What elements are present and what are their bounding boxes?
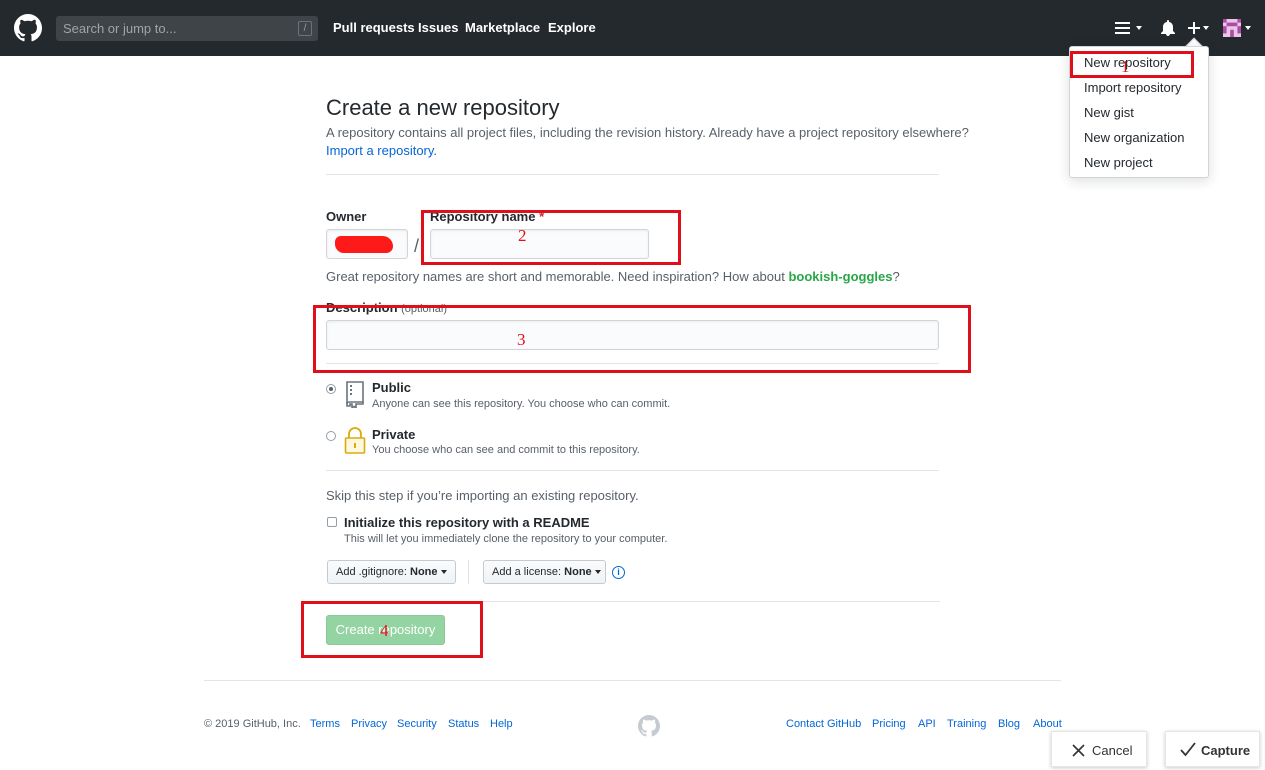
skip-step-text: Skip this step if you’re importing an ex… <box>326 488 639 503</box>
footer-divider <box>204 680 1061 681</box>
footer-copyright: © 2019 GitHub, Inc. <box>204 718 301 730</box>
license-value: None <box>564 566 592 578</box>
bell-icon[interactable] <box>1161 20 1175 36</box>
public-description: Anyone can see this repository. You choo… <box>372 398 671 410</box>
license-select[interactable]: Add a license: None <box>483 560 606 584</box>
footer-link-training[interactable]: Training <box>947 718 986 730</box>
github-logo-icon[interactable] <box>14 14 42 42</box>
close-icon <box>1072 744 1085 757</box>
annotation-box-2 <box>421 210 681 265</box>
footer-link-blog[interactable]: Blog <box>998 718 1020 730</box>
cancel-capture-button[interactable]: Cancel <box>1051 731 1147 767</box>
annotation-number-1: 1 <box>1121 57 1130 76</box>
footer-link-help[interactable]: Help <box>490 718 513 730</box>
checkmark-icon <box>1180 742 1196 757</box>
cancel-label: Cancel <box>1092 743 1133 758</box>
search-input[interactable]: Search or jump to... / <box>56 16 318 41</box>
license-label: Add a license: <box>492 566 562 578</box>
owner-redacted-scribble <box>335 236 393 253</box>
footer-link-status[interactable]: Status <box>448 718 479 730</box>
annotation-box-4 <box>301 601 483 658</box>
menu-item-new-project[interactable]: New project <box>1084 155 1153 170</box>
hint-suffix: ? <box>892 269 900 284</box>
visibility-divider <box>326 470 939 471</box>
menu-item-new-gist[interactable]: New gist <box>1084 105 1134 120</box>
gitignore-caret-icon <box>440 570 447 575</box>
footer-link-privacy[interactable]: Privacy <box>351 718 387 730</box>
info-icon[interactable]: i <box>612 566 625 579</box>
readme-label[interactable]: Initialize this repository with a README <box>344 515 590 530</box>
annotation-box-1 <box>1070 51 1194 78</box>
name-suggestion-link[interactable]: bookish-goggles <box>788 269 892 284</box>
page-title: Create a new repository <box>326 95 560 120</box>
private-radio[interactable] <box>326 431 336 441</box>
annotation-number-2: 2 <box>518 226 527 245</box>
avatar[interactable] <box>1223 19 1241 37</box>
search-placeholder: Search or jump to... <box>63 21 177 36</box>
hamburger-menu-icon[interactable] <box>1115 22 1130 34</box>
footer-link-terms[interactable]: Terms <box>310 718 340 730</box>
footer-link-pricing[interactable]: Pricing <box>872 718 906 730</box>
owner-label: Owner <box>326 209 367 224</box>
owner-repo-separator: / <box>414 236 420 256</box>
readme-description: This will let you immediately clone the … <box>344 533 668 545</box>
lock-icon <box>344 427 366 454</box>
nav-pull-requests[interactable]: Pull requests <box>333 20 415 35</box>
nav-issues[interactable]: Issues <box>418 20 458 35</box>
footer-link-api[interactable]: API <box>918 718 936 730</box>
private-title: Private <box>372 427 416 442</box>
public-radio[interactable] <box>326 384 336 394</box>
footer-link-about[interactable]: About <box>1033 718 1062 730</box>
annotation-number-4: 4 <box>380 621 389 640</box>
page-subtitle: A repository contains all project files,… <box>326 125 969 140</box>
gitignore-value: None <box>410 566 438 578</box>
menu-caret-icon <box>1136 26 1142 30</box>
hint-prefix: Great repository names are short and mem… <box>326 269 789 284</box>
capture-button[interactable]: Capture <box>1165 731 1260 767</box>
nav-marketplace[interactable]: Marketplace <box>465 20 540 35</box>
footer-link-security[interactable]: Security <box>397 718 437 730</box>
footer-link-contact[interactable]: Contact GitHub <box>786 718 861 730</box>
private-description: You choose who can see and commit to thi… <box>372 444 640 456</box>
readme-checkbox[interactable] <box>327 517 337 527</box>
capture-label: Capture <box>1201 743 1251 758</box>
title-divider <box>326 174 939 175</box>
repo-name-hint: Great repository names are short and mem… <box>326 269 900 284</box>
annotation-box-3 <box>313 305 971 373</box>
avatar-caret-icon <box>1245 26 1251 30</box>
plus-icon[interactable] <box>1188 22 1200 34</box>
gitignore-select[interactable]: Add .gitignore: None <box>327 560 456 584</box>
select-separator <box>468 560 469 584</box>
license-caret-icon <box>594 570 601 575</box>
search-shortcut-key: / <box>298 21 312 36</box>
annotation-number-3: 3 <box>517 330 526 349</box>
github-footer-logo-icon[interactable] <box>638 715 660 737</box>
nav-explore[interactable]: Explore <box>548 20 596 35</box>
import-repository-link[interactable]: Import a repository. <box>326 143 437 158</box>
public-title: Public <box>372 380 412 395</box>
repo-book-icon <box>346 381 364 408</box>
plus-caret-icon <box>1203 26 1209 30</box>
menu-item-new-organization[interactable]: New organization <box>1084 130 1184 145</box>
gitignore-label: Add .gitignore: <box>336 566 407 578</box>
menu-item-import-repository[interactable]: Import repository <box>1084 80 1182 95</box>
owner-select[interactable] <box>326 229 408 259</box>
